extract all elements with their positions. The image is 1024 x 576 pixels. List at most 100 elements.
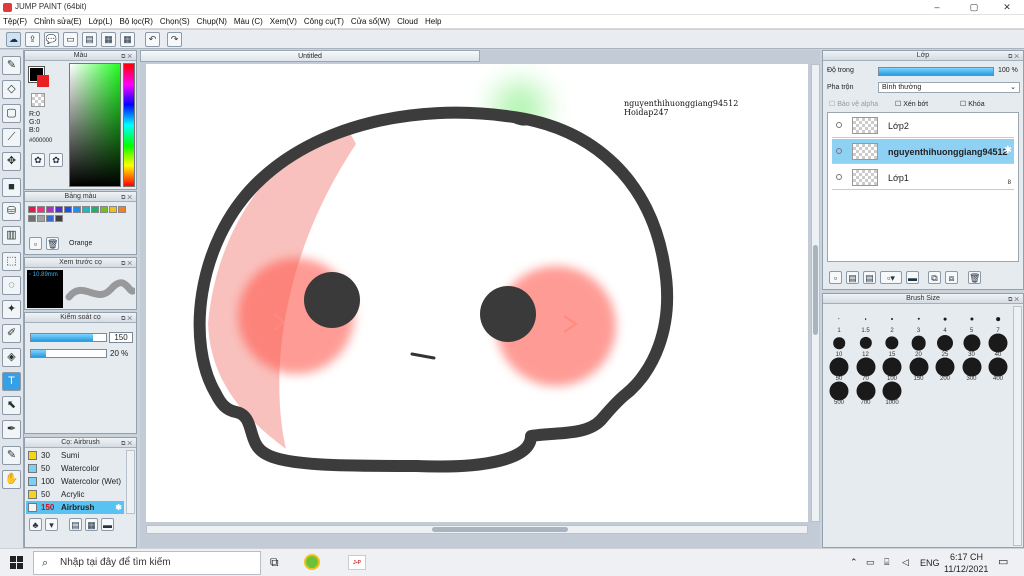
vertical-scrollbar[interactable] bbox=[811, 64, 820, 522]
horizontal-scrollbar[interactable] bbox=[146, 525, 808, 534]
palette-swatch[interactable] bbox=[91, 206, 99, 213]
brush-opacity-slider[interactable] bbox=[30, 349, 107, 358]
palette-swatch[interactable] bbox=[37, 215, 45, 222]
menu-tools[interactable]: Công cụ(T) bbox=[304, 17, 344, 26]
blend-mode-select[interactable]: Bình thường ⌄ bbox=[878, 82, 1020, 93]
panel-buttons-icon[interactable]: ⧉✕ bbox=[121, 52, 134, 62]
brush-size-option[interactable]: 40 bbox=[985, 332, 1011, 358]
visibility-icon[interactable] bbox=[836, 148, 842, 154]
brush-add-icon[interactable]: ♣ bbox=[29, 518, 42, 531]
panel-buttons-icon[interactable]: ⧉✕ bbox=[121, 193, 134, 203]
brush-size-slider[interactable] bbox=[30, 333, 107, 342]
delete-swatch-icon[interactable]: 🗑 bbox=[46, 237, 59, 250]
panel-buttons-icon[interactable]: ⧉✕ bbox=[1008, 295, 1021, 305]
palette-swatch[interactable] bbox=[28, 215, 36, 222]
eyedropper-alt-icon[interactable]: ✎ bbox=[2, 446, 21, 465]
visibility-icon[interactable] bbox=[836, 122, 842, 128]
color-picker-icon[interactable]: ✿ bbox=[49, 153, 63, 167]
share-icon[interactable]: ⇪ bbox=[25, 32, 40, 47]
cloud-icon[interactable]: ☁ bbox=[6, 32, 21, 47]
brush-size-option[interactable]: 100 bbox=[879, 356, 905, 382]
menu-filter[interactable]: Bộ lọc(R) bbox=[120, 17, 153, 26]
brush-tool-icon[interactable]: ✎ bbox=[2, 56, 21, 75]
menu-help[interactable]: Help bbox=[425, 17, 441, 26]
duplicate-layer-icon[interactable]: ⧉ bbox=[928, 271, 941, 284]
bucket-tool-icon[interactable]: ⛁ bbox=[2, 202, 21, 221]
brush-size-option[interactable]: 10 bbox=[826, 332, 852, 358]
menu-file[interactable]: Tệp(F) bbox=[3, 17, 27, 26]
new-layer-8bit-icon[interactable]: ▤ bbox=[846, 271, 859, 284]
layer-opacity-slider[interactable] bbox=[878, 67, 994, 76]
brush-size-option[interactable]: 2 bbox=[879, 308, 905, 334]
panel-buttons-icon[interactable]: ⧉✕ bbox=[121, 259, 134, 269]
notification-icon[interactable]: ▭ bbox=[998, 555, 1008, 568]
palette-swatch[interactable] bbox=[73, 206, 81, 213]
merge-layer-icon[interactable]: ⧈ bbox=[945, 271, 958, 284]
brush-size-option[interactable]: 3 bbox=[906, 308, 932, 334]
clock-date[interactable]: 11/12/2021 bbox=[944, 564, 988, 574]
background-color[interactable] bbox=[37, 75, 49, 87]
brush-size-option[interactable]: 1000 bbox=[879, 380, 905, 406]
brush-options-icon[interactable]: ▾ bbox=[45, 518, 58, 531]
brush-size-option[interactable]: 30 bbox=[959, 332, 985, 358]
comment-icon[interactable]: 💬 bbox=[44, 32, 59, 47]
redo-icon[interactable]: ↷ bbox=[167, 32, 182, 47]
operation-tool-icon[interactable]: ⬉ bbox=[2, 396, 21, 415]
rect-select-tool-icon[interactable]: ▢ bbox=[2, 104, 21, 123]
maximize-button[interactable]: ▢ bbox=[957, 0, 991, 15]
clock-time[interactable]: 6:17 CH bbox=[950, 552, 983, 562]
palette-swatch[interactable] bbox=[82, 206, 90, 213]
lock-checkbox[interactable]: ☐ Khóa bbox=[960, 100, 985, 108]
document-tab[interactable]: Untitled bbox=[140, 50, 480, 62]
menu-window[interactable]: Cửa sổ(W) bbox=[351, 17, 390, 26]
brush-size-option[interactable]: 12 bbox=[853, 332, 879, 358]
brush-item[interactable]: 30 Sumi bbox=[26, 449, 124, 462]
brush-size-option[interactable]: 70 bbox=[853, 356, 879, 382]
brush-size-option[interactable]: 15 bbox=[879, 332, 905, 358]
lasso-tool-icon[interactable]: ◌ bbox=[2, 276, 21, 295]
taskbar-search-input[interactable]: ⌕ Nhập tại đây để tìm kiếm bbox=[33, 551, 261, 575]
panel-buttons-icon[interactable]: ⧉✕ bbox=[1008, 52, 1021, 62]
magic-wand-tool-icon[interactable]: ✦ bbox=[2, 300, 21, 319]
close-button[interactable]: ✕ bbox=[990, 0, 1024, 15]
saturation-value-picker[interactable] bbox=[69, 63, 121, 187]
brush-item[interactable]: 100 Watercolor (Wet) bbox=[26, 475, 124, 488]
menu-view[interactable]: Xem(V) bbox=[270, 17, 297, 26]
fill-rect-tool-icon[interactable]: ■ bbox=[2, 178, 21, 197]
select-eraser-tool-icon[interactable]: ◈ bbox=[2, 348, 21, 367]
clipping-checkbox[interactable]: ☐ Xén bớt bbox=[895, 100, 928, 108]
volume-icon[interactable]: ◁ bbox=[902, 557, 909, 568]
brush-item[interactable]: 50 Acrylic bbox=[26, 488, 124, 501]
delete-layer-icon[interactable]: 🗑 bbox=[968, 271, 981, 284]
minimize-button[interactable]: – bbox=[920, 0, 954, 15]
palette-swatch[interactable] bbox=[37, 206, 45, 213]
page-grid-icon[interactable]: ▦ bbox=[101, 32, 116, 47]
new-layer-1bit-icon[interactable]: ▤ bbox=[863, 271, 876, 284]
brush-size-input[interactable]: 150 bbox=[109, 332, 133, 343]
gear-icon[interactable]: ✱ bbox=[115, 503, 122, 512]
brush-size-option[interactable]: 700 bbox=[853, 380, 879, 406]
brush-item-selected[interactable]: 150 Airbrush ✱ bbox=[26, 501, 124, 514]
brush-size-option[interactable]: 1.5 bbox=[853, 308, 879, 334]
panel-buttons-icon[interactable]: ⧉✕ bbox=[121, 314, 134, 324]
horizontal-scroll-thumb[interactable] bbox=[432, 527, 568, 532]
transparent-color[interactable] bbox=[31, 93, 45, 107]
brush-size-option[interactable]: 25 bbox=[932, 332, 958, 358]
palette-swatch[interactable] bbox=[109, 206, 117, 213]
brush-size-option[interactable]: 7 bbox=[985, 308, 1011, 334]
palette-swatch[interactable] bbox=[55, 215, 63, 222]
gradient-tool-icon[interactable]: ▥ bbox=[2, 226, 21, 245]
task-view-icon[interactable]: ⧉ bbox=[270, 555, 279, 570]
brush-list-scrollbar[interactable] bbox=[126, 450, 135, 514]
folder-icon[interactable]: ▬ bbox=[906, 271, 919, 284]
menu-color[interactable]: Màu (C) bbox=[234, 17, 263, 26]
menu-capture[interactable]: Chụp(N) bbox=[197, 17, 227, 26]
undo-icon[interactable]: ↶ bbox=[145, 32, 160, 47]
brush-size-scrollbar[interactable] bbox=[1013, 306, 1022, 546]
text-tool-icon[interactable]: T bbox=[2, 372, 21, 391]
new-layer-icon[interactable]: ▫ bbox=[829, 271, 842, 284]
language-indicator[interactable]: ENG bbox=[920, 558, 940, 568]
select-tool-icon[interactable]: ⬚ bbox=[2, 252, 21, 271]
eyedropper-tool-icon[interactable]: ✒ bbox=[2, 420, 21, 439]
visibility-icon[interactable] bbox=[836, 174, 842, 180]
